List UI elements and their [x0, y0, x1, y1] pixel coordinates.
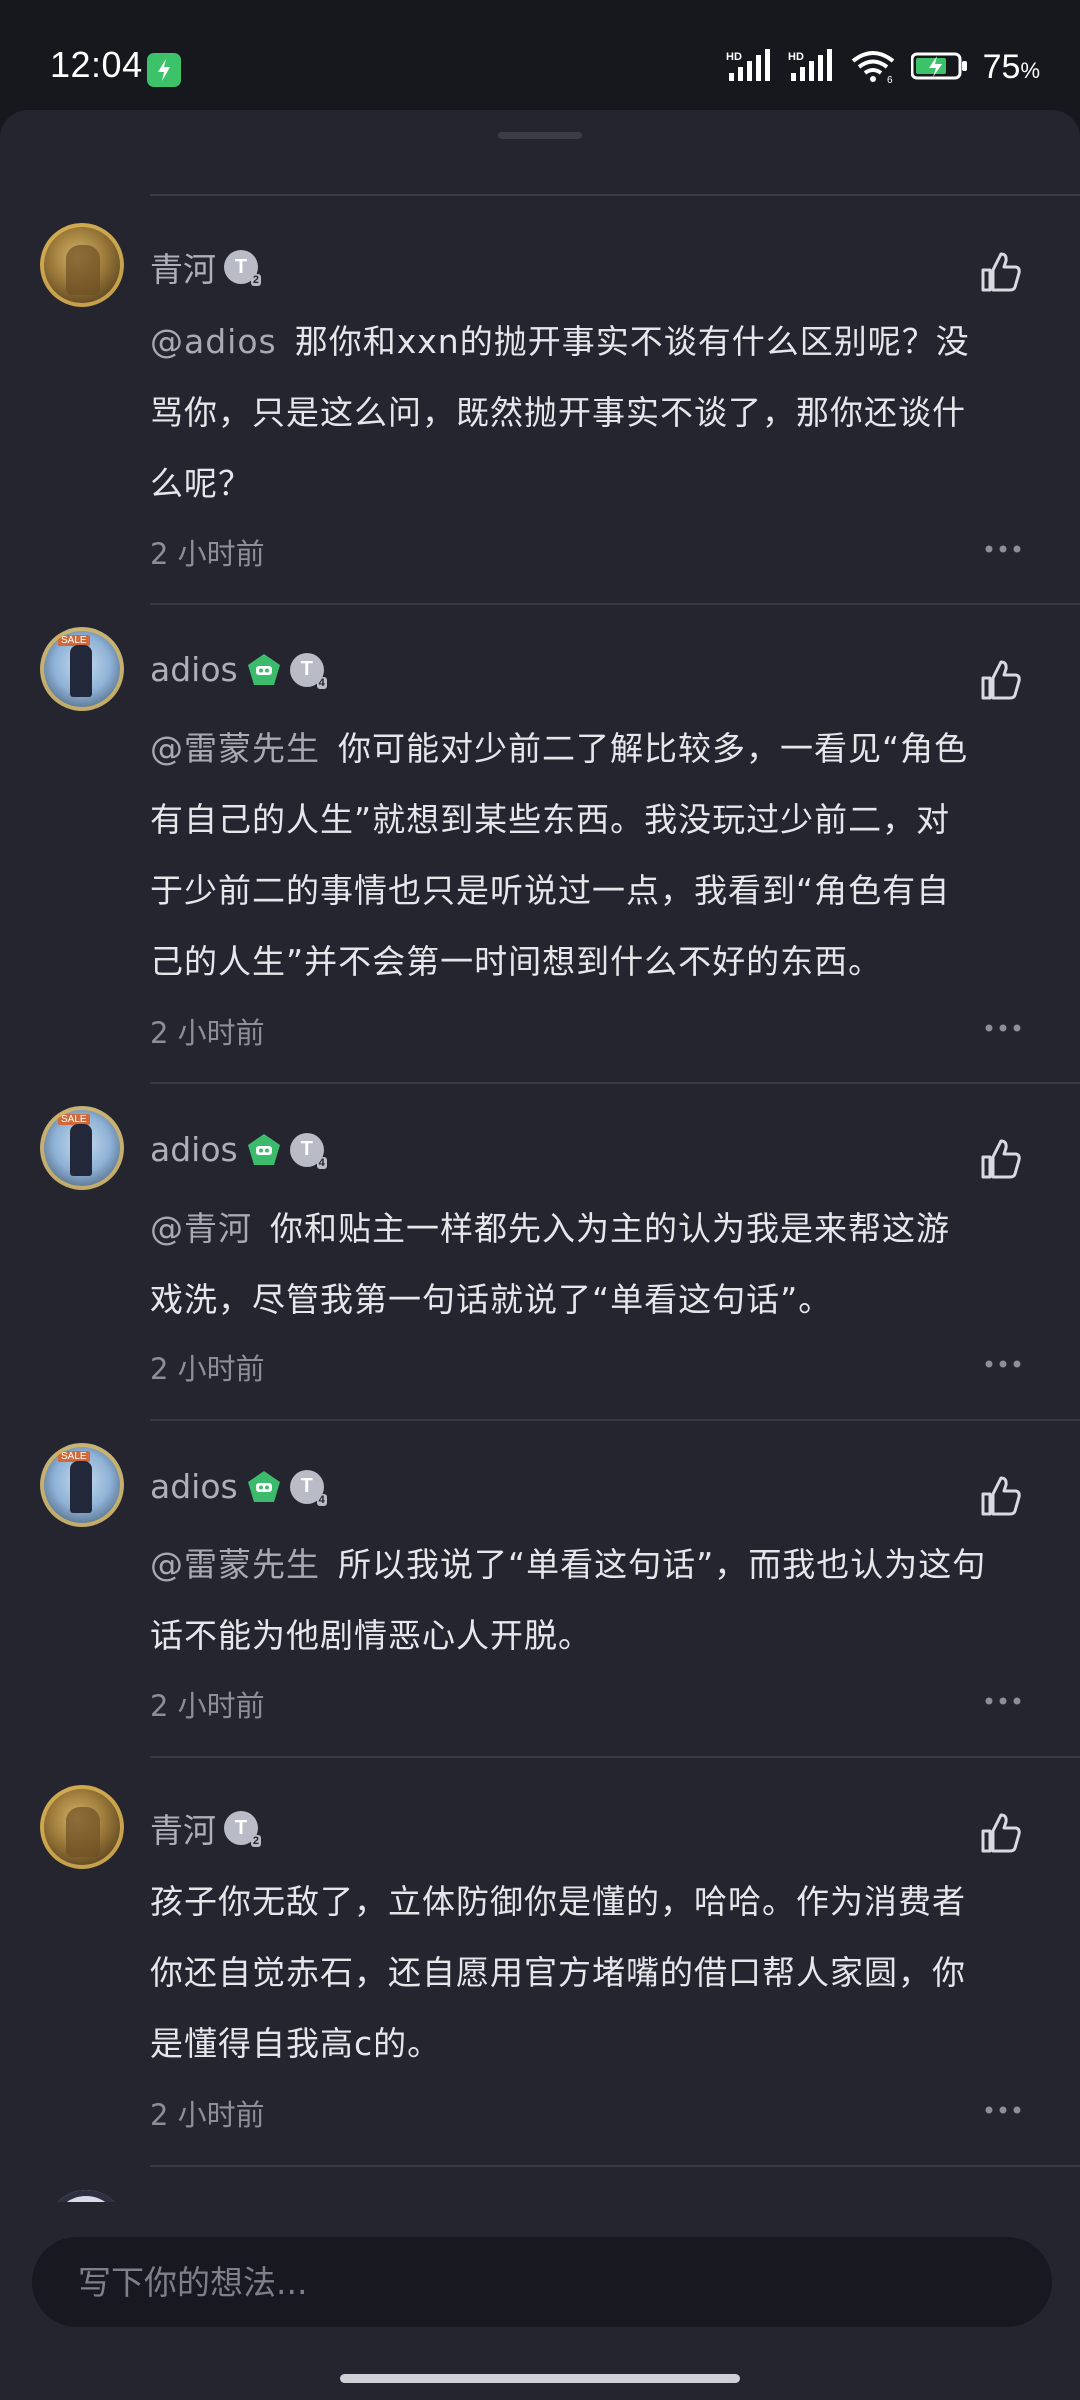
svg-text:6: 6 [887, 75, 893, 83]
avatar[interactable]: SALE [40, 1106, 124, 1190]
status-bar: 12:04 HD HD 6 75% [0, 0, 1080, 110]
comment-time: 2 小时前 [150, 1689, 265, 1723]
level-badge-icon: T2 [224, 1811, 261, 1847]
more-options-button[interactable] [978, 1013, 1028, 1043]
comment-author[interactable]: 青河 [150, 243, 216, 291]
comment-body: 孩子你无敌了，立体防御你是懂的，哈哈。作为消费者 你还自觉赤石，还自愿用官方堵嘴的… [150, 1882, 966, 2063]
comment-time: 2 小时前 [150, 537, 265, 571]
divider [150, 1419, 1080, 1421]
game-badge-icon [246, 1133, 282, 1167]
game-badge-icon [246, 1470, 282, 1504]
thumbs-up-icon [981, 252, 1021, 292]
cellular-signal-1-icon: HD [725, 48, 773, 87]
divider [150, 194, 1080, 196]
home-indicator[interactable] [340, 2374, 740, 2383]
divider [150, 603, 1080, 605]
more-dots-icon [985, 545, 1021, 553]
charging-indicator-icon [147, 53, 181, 87]
comment-input[interactable] [76, 2261, 1040, 2303]
avatar[interactable] [40, 223, 124, 307]
more-options-button[interactable] [978, 2095, 1028, 2125]
divider [150, 1756, 1080, 1758]
more-dots-icon [985, 2106, 1021, 2114]
avatar[interactable]: SALE [40, 1443, 124, 1527]
level-badge-icon: T4 [289, 652, 327, 689]
more-dots-icon [985, 1360, 1021, 1368]
mention-link[interactable]: @雷蒙先生 [150, 729, 320, 768]
comment-body: @adios 那你和xxn的抛开事实不谈有什么区别呢？没 骂你，只是这么问，既然抛开… [150, 322, 970, 503]
cellular-signal-2-icon: HD [787, 48, 835, 87]
thumbs-up-icon [981, 1476, 1021, 1516]
level-badge-icon: T4 [289, 1469, 327, 1506]
drag-handle[interactable] [498, 132, 582, 139]
comment-time: 2 小时前 [150, 1016, 265, 1050]
more-dots-icon [985, 1024, 1021, 1032]
thumbs-up-icon [981, 1813, 1021, 1853]
svg-text:HD: HD [788, 51, 804, 63]
level-badge-icon: T4 [289, 1132, 327, 1169]
mention-link[interactable]: @雷蒙先生 [150, 1545, 320, 1584]
like-button[interactable] [976, 655, 1026, 705]
comment-author[interactable]: adios [150, 1130, 238, 1169]
more-options-button[interactable] [978, 534, 1028, 564]
comment-body: @青河 你和贴主一样都先入为主的认为我是来帮这游 戏洗，尽管我第一句话就说了“单看这… [150, 1209, 950, 1319]
like-button[interactable] [976, 1808, 1026, 1858]
comment-author[interactable]: adios [150, 1467, 238, 1506]
like-button[interactable] [976, 1134, 1026, 1184]
avatar[interactable] [40, 1785, 124, 1869]
mention-link[interactable]: @adios [150, 322, 277, 361]
comment-author[interactable]: adios [150, 650, 238, 689]
more-options-button[interactable] [978, 1686, 1028, 1716]
battery-percent: 75% [982, 48, 1040, 86]
thumbs-up-icon [981, 1139, 1021, 1179]
level-badge-icon: T2 [224, 250, 261, 286]
game-badge-icon [246, 653, 282, 687]
wifi-icon: 6 [849, 49, 897, 87]
comment-time: 2 小时前 [150, 2098, 265, 2132]
svg-text:HD: HD [726, 51, 742, 63]
comment-body: @雷蒙先生 所以我说了“单看这句话”，而我也认为这句 话不能为他剧情恶心人开脱。 [150, 1545, 987, 1655]
comment-time: 2 小时前 [150, 1352, 265, 1386]
thumbs-up-icon [981, 660, 1021, 700]
battery-icon [910, 52, 969, 84]
like-button[interactable] [976, 247, 1026, 297]
divider [150, 2165, 1080, 2167]
like-button[interactable] [976, 1471, 1026, 1521]
mention-link[interactable]: @青河 [150, 1209, 252, 1248]
avatar[interactable]: SALE [40, 627, 124, 711]
divider [150, 1082, 1080, 1084]
more-dots-icon [985, 1697, 1021, 1705]
comment-composer[interactable] [32, 2237, 1052, 2327]
status-time: 12:04 [50, 44, 143, 85]
comment-author[interactable]: 青河 [150, 1804, 216, 1852]
comment-body: @雷蒙先生 你可能对少前二了解比较多，一看见“角色 有自己的人生”就想到某些东西。我… [150, 729, 969, 981]
more-options-button[interactable] [978, 1349, 1028, 1379]
